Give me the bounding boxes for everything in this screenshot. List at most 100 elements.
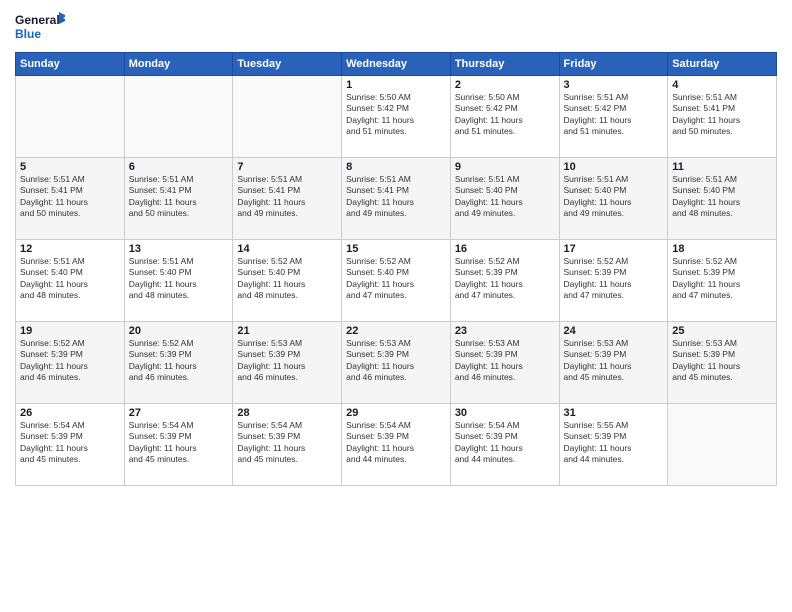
day-number: 12: [20, 243, 120, 255]
calendar-cell: 14Sunrise: 5:52 AMSunset: 5:40 PMDayligh…: [233, 240, 342, 322]
calendar-body: 1Sunrise: 5:50 AMSunset: 5:42 PMDaylight…: [16, 76, 777, 486]
day-number: 13: [129, 243, 229, 255]
day-number: 2: [455, 79, 555, 91]
calendar-cell: 16Sunrise: 5:52 AMSunset: 5:39 PMDayligh…: [450, 240, 559, 322]
day-info: Sunrise: 5:52 AMSunset: 5:39 PMDaylight:…: [672, 256, 772, 302]
calendar-cell: 4Sunrise: 5:51 AMSunset: 5:41 PMDaylight…: [668, 76, 777, 158]
calendar-cell: 25Sunrise: 5:53 AMSunset: 5:39 PMDayligh…: [668, 322, 777, 404]
day-number: 26: [20, 407, 120, 419]
calendar-cell: 22Sunrise: 5:53 AMSunset: 5:39 PMDayligh…: [342, 322, 451, 404]
day-info: Sunrise: 5:51 AMSunset: 5:41 PMDaylight:…: [129, 174, 229, 220]
day-info: Sunrise: 5:52 AMSunset: 5:39 PMDaylight:…: [20, 338, 120, 384]
svg-text:General: General: [15, 13, 60, 27]
calendar-cell: [233, 76, 342, 158]
calendar-cell: [124, 76, 233, 158]
calendar-cell: 24Sunrise: 5:53 AMSunset: 5:39 PMDayligh…: [559, 322, 668, 404]
day-number: 31: [564, 407, 664, 419]
day-info: Sunrise: 5:51 AMSunset: 5:41 PMDaylight:…: [237, 174, 337, 220]
day-info: Sunrise: 5:53 AMSunset: 5:39 PMDaylight:…: [672, 338, 772, 384]
day-info: Sunrise: 5:52 AMSunset: 5:39 PMDaylight:…: [564, 256, 664, 302]
calendar-cell: 8Sunrise: 5:51 AMSunset: 5:41 PMDaylight…: [342, 158, 451, 240]
day-number: 9: [455, 161, 555, 173]
day-info: Sunrise: 5:51 AMSunset: 5:41 PMDaylight:…: [346, 174, 446, 220]
logo: General Blue: [15, 10, 65, 46]
weekday-header-row: SundayMondayTuesdayWednesdayThursdayFrid…: [16, 53, 777, 76]
day-info: Sunrise: 5:52 AMSunset: 5:40 PMDaylight:…: [346, 256, 446, 302]
day-info: Sunrise: 5:51 AMSunset: 5:41 PMDaylight:…: [20, 174, 120, 220]
calendar-cell: 23Sunrise: 5:53 AMSunset: 5:39 PMDayligh…: [450, 322, 559, 404]
weekday-sunday: Sunday: [16, 53, 125, 76]
day-info: Sunrise: 5:53 AMSunset: 5:39 PMDaylight:…: [455, 338, 555, 384]
day-info: Sunrise: 5:51 AMSunset: 5:40 PMDaylight:…: [129, 256, 229, 302]
day-info: Sunrise: 5:51 AMSunset: 5:42 PMDaylight:…: [564, 92, 664, 138]
day-info: Sunrise: 5:51 AMSunset: 5:40 PMDaylight:…: [455, 174, 555, 220]
calendar-cell: 10Sunrise: 5:51 AMSunset: 5:40 PMDayligh…: [559, 158, 668, 240]
calendar-cell: 11Sunrise: 5:51 AMSunset: 5:40 PMDayligh…: [668, 158, 777, 240]
calendar-cell: 6Sunrise: 5:51 AMSunset: 5:41 PMDaylight…: [124, 158, 233, 240]
day-number: 3: [564, 79, 664, 91]
day-info: Sunrise: 5:54 AMSunset: 5:39 PMDaylight:…: [346, 420, 446, 466]
day-info: Sunrise: 5:53 AMSunset: 5:39 PMDaylight:…: [237, 338, 337, 384]
day-info: Sunrise: 5:51 AMSunset: 5:41 PMDaylight:…: [672, 92, 772, 138]
weekday-saturday: Saturday: [668, 53, 777, 76]
day-info: Sunrise: 5:54 AMSunset: 5:39 PMDaylight:…: [455, 420, 555, 466]
page-container: General Blue SundayMondayTuesdayWednesda…: [0, 0, 792, 491]
calendar-cell: [668, 404, 777, 486]
header: General Blue: [15, 10, 777, 46]
calendar-cell: 21Sunrise: 5:53 AMSunset: 5:39 PMDayligh…: [233, 322, 342, 404]
day-number: 6: [129, 161, 229, 173]
day-number: 27: [129, 407, 229, 419]
calendar-cell: 1Sunrise: 5:50 AMSunset: 5:42 PMDaylight…: [342, 76, 451, 158]
day-number: 10: [564, 161, 664, 173]
day-number: 8: [346, 161, 446, 173]
day-info: Sunrise: 5:52 AMSunset: 5:40 PMDaylight:…: [237, 256, 337, 302]
day-number: 1: [346, 79, 446, 91]
calendar-cell: 17Sunrise: 5:52 AMSunset: 5:39 PMDayligh…: [559, 240, 668, 322]
day-number: 18: [672, 243, 772, 255]
day-info: Sunrise: 5:54 AMSunset: 5:39 PMDaylight:…: [237, 420, 337, 466]
day-number: 29: [346, 407, 446, 419]
day-number: 7: [237, 161, 337, 173]
calendar-cell: 7Sunrise: 5:51 AMSunset: 5:41 PMDaylight…: [233, 158, 342, 240]
weekday-tuesday: Tuesday: [233, 53, 342, 76]
calendar-cell: 12Sunrise: 5:51 AMSunset: 5:40 PMDayligh…: [16, 240, 125, 322]
day-number: 24: [564, 325, 664, 337]
calendar-cell: [16, 76, 125, 158]
day-info: Sunrise: 5:51 AMSunset: 5:40 PMDaylight:…: [20, 256, 120, 302]
day-info: Sunrise: 5:52 AMSunset: 5:39 PMDaylight:…: [455, 256, 555, 302]
calendar-cell: 20Sunrise: 5:52 AMSunset: 5:39 PMDayligh…: [124, 322, 233, 404]
calendar-cell: 19Sunrise: 5:52 AMSunset: 5:39 PMDayligh…: [16, 322, 125, 404]
weekday-monday: Monday: [124, 53, 233, 76]
day-number: 30: [455, 407, 555, 419]
day-number: 25: [672, 325, 772, 337]
day-info: Sunrise: 5:53 AMSunset: 5:39 PMDaylight:…: [346, 338, 446, 384]
day-number: 22: [346, 325, 446, 337]
day-number: 20: [129, 325, 229, 337]
day-number: 15: [346, 243, 446, 255]
calendar-cell: 2Sunrise: 5:50 AMSunset: 5:42 PMDaylight…: [450, 76, 559, 158]
calendar-cell: 18Sunrise: 5:52 AMSunset: 5:39 PMDayligh…: [668, 240, 777, 322]
weekday-thursday: Thursday: [450, 53, 559, 76]
day-info: Sunrise: 5:51 AMSunset: 5:40 PMDaylight:…: [564, 174, 664, 220]
day-info: Sunrise: 5:52 AMSunset: 5:39 PMDaylight:…: [129, 338, 229, 384]
day-info: Sunrise: 5:50 AMSunset: 5:42 PMDaylight:…: [346, 92, 446, 138]
day-info: Sunrise: 5:50 AMSunset: 5:42 PMDaylight:…: [455, 92, 555, 138]
calendar-table: SundayMondayTuesdayWednesdayThursdayFrid…: [15, 52, 777, 486]
week-row-3: 12Sunrise: 5:51 AMSunset: 5:40 PMDayligh…: [16, 240, 777, 322]
day-number: 11: [672, 161, 772, 173]
day-number: 17: [564, 243, 664, 255]
day-info: Sunrise: 5:54 AMSunset: 5:39 PMDaylight:…: [129, 420, 229, 466]
calendar-cell: 13Sunrise: 5:51 AMSunset: 5:40 PMDayligh…: [124, 240, 233, 322]
weekday-wednesday: Wednesday: [342, 53, 451, 76]
day-info: Sunrise: 5:51 AMSunset: 5:40 PMDaylight:…: [672, 174, 772, 220]
calendar-cell: 28Sunrise: 5:54 AMSunset: 5:39 PMDayligh…: [233, 404, 342, 486]
day-number: 14: [237, 243, 337, 255]
svg-text:Blue: Blue: [15, 27, 41, 41]
week-row-2: 5Sunrise: 5:51 AMSunset: 5:41 PMDaylight…: [16, 158, 777, 240]
calendar-cell: 31Sunrise: 5:55 AMSunset: 5:39 PMDayligh…: [559, 404, 668, 486]
week-row-1: 1Sunrise: 5:50 AMSunset: 5:42 PMDaylight…: [16, 76, 777, 158]
calendar-cell: 30Sunrise: 5:54 AMSunset: 5:39 PMDayligh…: [450, 404, 559, 486]
calendar-cell: 27Sunrise: 5:54 AMSunset: 5:39 PMDayligh…: [124, 404, 233, 486]
weekday-friday: Friday: [559, 53, 668, 76]
day-number: 4: [672, 79, 772, 91]
